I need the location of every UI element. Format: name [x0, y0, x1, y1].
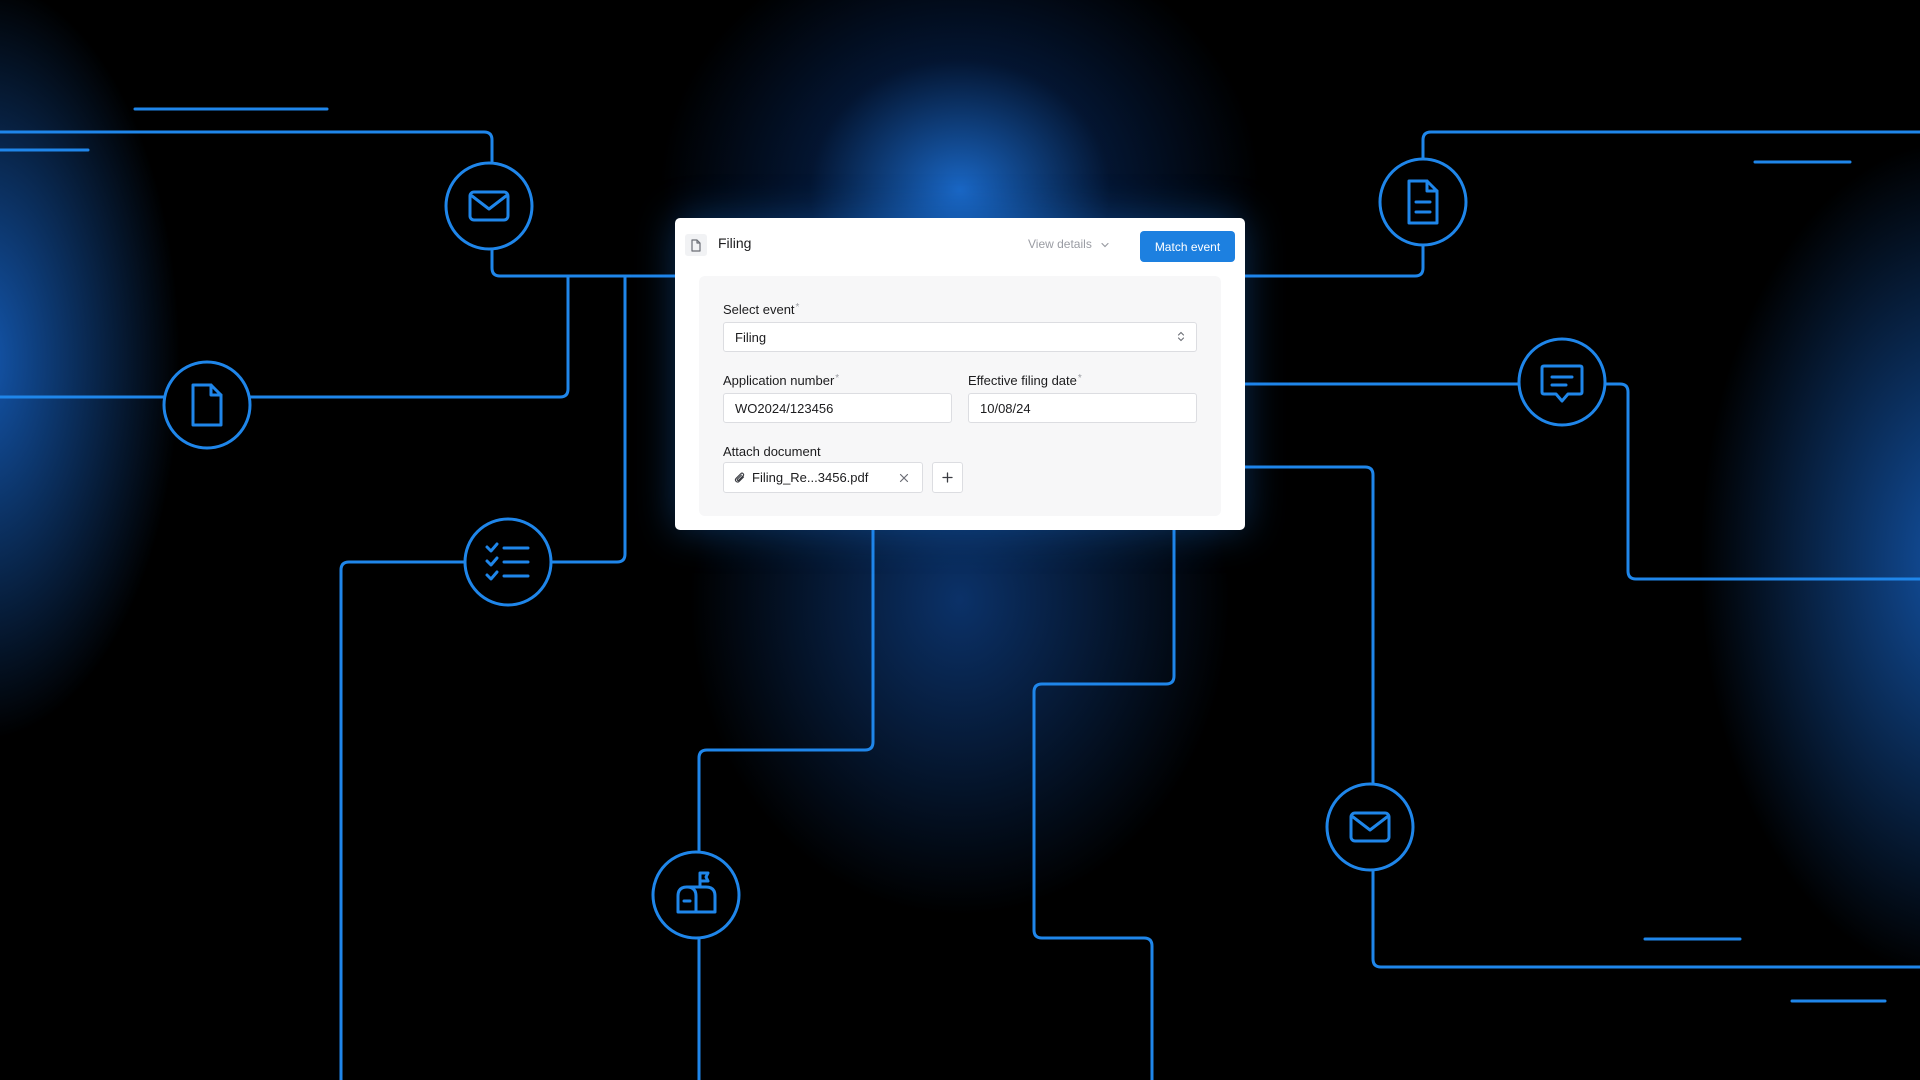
dialog-header: Filing View details Match event: [675, 218, 1245, 276]
view-details-label: View details: [1028, 237, 1092, 251]
circuit-illustration: [0, 107, 1920, 1080]
circuit-trace: [1602, 382, 1920, 581]
envelope-node: [1325, 782, 1415, 872]
circuit-trace: [1371, 866, 1920, 969]
circuit-trace: [339, 560, 468, 1080]
checklist-node: [463, 517, 553, 607]
required-mark: *: [835, 373, 840, 384]
document-icon: [685, 234, 707, 256]
dialog-form: Select event* Filing Application number*…: [699, 276, 1221, 516]
circuit-trace: [1421, 130, 1920, 164]
document-node: [162, 360, 252, 450]
circuit-trace: [1243, 465, 1375, 786]
document-lines-node: [1378, 157, 1468, 247]
close-icon[interactable]: [895, 469, 913, 487]
paperclip-icon: [734, 471, 746, 484]
attached-file-name: Filing_Re...3456.pdf: [752, 470, 869, 485]
chevron-down-icon: [1101, 237, 1109, 251]
chat-node: [1517, 337, 1607, 427]
mailbox-node: [651, 850, 741, 940]
application-number-input[interactable]: [723, 393, 952, 423]
select-event-label: Select event*: [723, 302, 799, 317]
select-event-label-text: Select event: [723, 302, 795, 317]
plus-icon: [942, 472, 953, 483]
attached-file-chip[interactable]: Filing_Re...3456.pdf: [723, 462, 923, 493]
effective-filing-date-label-text: Effective filing date: [968, 373, 1077, 388]
circuit-trace: [1243, 240, 1425, 278]
required-mark: *: [1077, 373, 1082, 384]
circuit-trace: [490, 244, 677, 278]
add-document-button[interactable]: [932, 462, 963, 493]
select-event-dropdown[interactable]: Filing: [723, 322, 1197, 352]
filing-dialog: Filing View details Match event Select e…: [675, 218, 1245, 530]
application-number-label: Application number*: [723, 373, 839, 388]
application-number-label-text: Application number: [723, 373, 835, 388]
circuit-trace: [548, 274, 627, 564]
view-details-dropdown[interactable]: View details: [1028, 237, 1109, 251]
effective-filing-date-input[interactable]: [968, 393, 1197, 423]
dialog-title: Filing: [718, 235, 752, 251]
required-mark: *: [795, 302, 800, 313]
circuit-trace: [247, 274, 570, 399]
match-event-button[interactable]: Match event: [1140, 231, 1235, 262]
circuit-trace: [697, 528, 875, 855]
background-scene: Filing View details Match event Select e…: [0, 0, 1920, 1080]
select-event-value: Filing: [735, 329, 767, 345]
envelope-node: [444, 161, 534, 251]
attach-document-label: Attach document: [723, 444, 821, 459]
up-down-chevron-icon: [1177, 330, 1185, 345]
circuit-trace: [1032, 528, 1176, 1080]
effective-filing-date-label: Effective filing date*: [968, 373, 1082, 388]
